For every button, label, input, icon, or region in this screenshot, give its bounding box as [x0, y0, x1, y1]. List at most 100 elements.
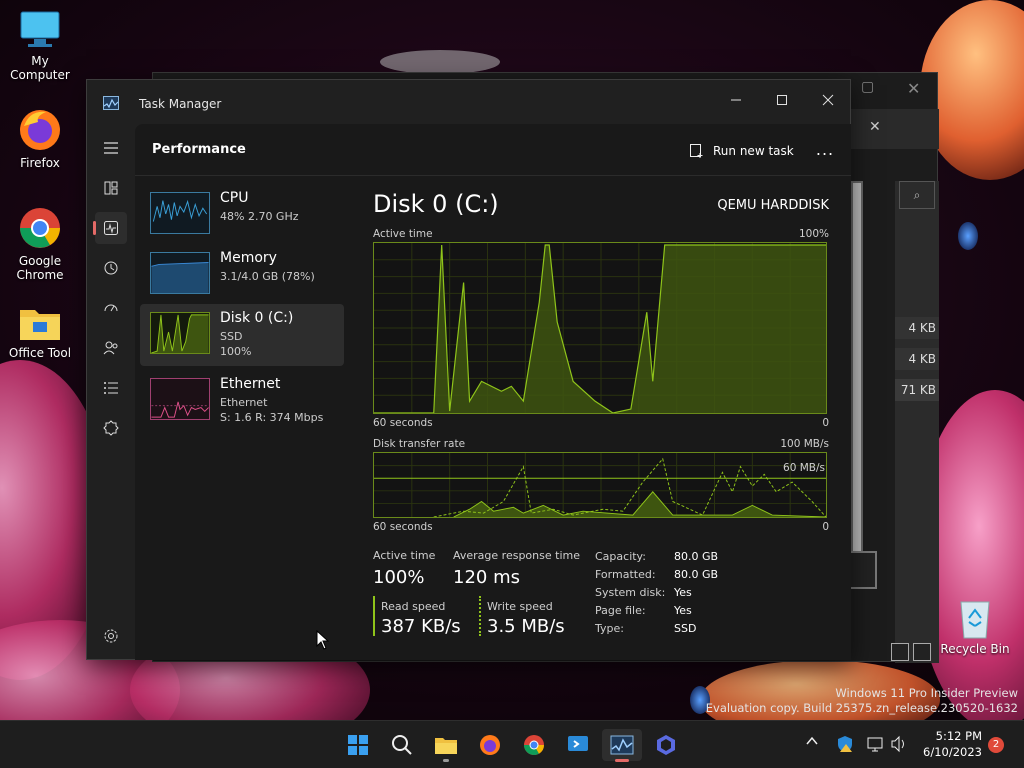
- show-hidden-icons-button[interactable]: [802, 735, 822, 755]
- resource-cpu[interactable]: CPU 48% 2.70 GHz: [140, 184, 344, 246]
- desktop-icon-google-chrome[interactable]: Google Chrome: [0, 204, 80, 282]
- active-time-value: 100%: [373, 567, 425, 588]
- start-button[interactable]: [338, 729, 378, 761]
- inner-header: ✕: [849, 109, 939, 149]
- capacity-value: 80.0 GB: [674, 550, 719, 563]
- network-tray-button[interactable]: [866, 735, 886, 755]
- file-size: 4 KB: [895, 348, 939, 370]
- tiles-view-icon[interactable]: [913, 643, 931, 661]
- resource-usage: 100%: [220, 345, 252, 358]
- more-options-button[interactable]: ...: [813, 140, 837, 162]
- resource-name: CPU: [220, 190, 249, 206]
- close-icon[interactable]: ✕: [907, 79, 920, 98]
- nav-processes[interactable]: [95, 172, 127, 204]
- cpu-thumbnail-graph: [150, 192, 210, 234]
- write-speed-value: 3.5 MB/s: [487, 616, 565, 637]
- desktop-icon-firefox[interactable]: Firefox: [0, 106, 80, 170]
- nav-settings[interactable]: [95, 620, 127, 652]
- active-time-label: Active time: [373, 549, 436, 562]
- nav-details[interactable]: [95, 372, 127, 404]
- performance-page: Performance Run new task ... CPU 48% 2.7…: [135, 124, 851, 660]
- desktop-icon-label: Office Tool: [8, 346, 72, 360]
- title-bar[interactable]: Task Manager: [87, 80, 850, 124]
- chrome-icon: [20, 208, 60, 248]
- minimize-icon: [731, 99, 741, 101]
- nav-menu-button[interactable]: [95, 132, 127, 164]
- search-button[interactable]: [382, 729, 422, 761]
- desktop-icon-label: Recycle Bin: [940, 642, 1010, 656]
- taskbar-remote-desktop[interactable]: [558, 729, 598, 761]
- navigation-rail: [87, 124, 135, 660]
- transfer-rate-graph[interactable]: [373, 452, 827, 518]
- task-manager-window[interactable]: Task Manager Performance Run new task ..…: [86, 79, 851, 660]
- scrollbar[interactable]: [851, 181, 863, 581]
- running-indicator: [443, 759, 449, 762]
- capacity-label: Capacity:: [595, 550, 646, 563]
- minimize-button[interactable]: [713, 84, 759, 116]
- taskbar-firefox[interactable]: [470, 729, 510, 761]
- read-speed-marker: [373, 596, 375, 636]
- nav-startup-apps[interactable]: [95, 292, 127, 324]
- resource-name: Disk 0 (C:): [220, 310, 294, 326]
- maximize-button[interactable]: [759, 84, 805, 116]
- desktop-icon-office-tool[interactable]: Office Tool: [0, 304, 80, 360]
- remote-desktop-icon: [568, 736, 588, 751]
- page-title: Performance: [152, 142, 246, 157]
- resource-ethernet[interactable]: Ethernet Ethernet S: 1.6 R: 374 Mbps: [140, 370, 344, 432]
- formatted-label: Formatted:: [595, 568, 656, 581]
- notification-badge[interactable]: 2: [988, 737, 1004, 753]
- memory-thumbnail-graph: [150, 252, 210, 294]
- formatted-value: 80.0 GB: [674, 568, 719, 581]
- clock-button[interactable]: 5:12 PM 6/10/2023: [920, 728, 982, 762]
- desktop-icon-label: Google Chrome: [16, 254, 64, 282]
- security-tray-button[interactable]: [836, 735, 856, 755]
- taskbar-file-explorer[interactable]: [426, 729, 466, 762]
- processes-icon: [104, 181, 118, 195]
- page-header: Performance Run new task ...: [135, 124, 851, 176]
- transfer-rate-marker: 60 MB/s: [783, 462, 825, 474]
- app-history-icon: [104, 261, 118, 275]
- nav-app-history[interactable]: [95, 252, 127, 284]
- search-icon[interactable]: ⌕: [899, 181, 935, 209]
- taskbar-chrome[interactable]: [514, 729, 554, 761]
- volume-tray-button[interactable]: [890, 735, 910, 755]
- hamburger-icon: [104, 142, 118, 154]
- watermark-line2: Evaluation copy. Build 25375.zn_release.…: [705, 701, 1018, 715]
- active-time-graph-label: Active time: [373, 228, 433, 240]
- resource-memory[interactable]: Memory 3.1/4.0 GB (78%): [140, 244, 344, 306]
- run-new-task-button[interactable]: Run new task: [689, 140, 794, 162]
- firefox-icon: [20, 110, 60, 150]
- services-icon: [103, 420, 119, 436]
- resource-adapter: Ethernet: [220, 396, 268, 409]
- details-view-icon[interactable]: [891, 643, 909, 661]
- resource-disk-0[interactable]: Disk 0 (C:) SSD 100%: [140, 304, 344, 366]
- nav-services[interactable]: [95, 412, 127, 444]
- resource-throughput: S: 1.6 R: 374 Mbps: [220, 411, 324, 424]
- page-file-value: Yes: [674, 604, 692, 617]
- nav-performance[interactable]: [93, 212, 127, 244]
- active-time-graph[interactable]: [373, 242, 827, 414]
- startup-apps-icon: [104, 304, 118, 312]
- type-value: SSD: [674, 622, 697, 635]
- detail-title: Disk 0 (C:): [373, 190, 499, 218]
- taskbar-copilot[interactable]: [646, 729, 686, 761]
- page-file-label: Page file:: [595, 604, 646, 617]
- resource-type: SSD: [220, 330, 243, 343]
- disk-detail-panel: Disk 0 (C:) QEMU HARDDISK Active time 10…: [373, 176, 829, 660]
- resource-usage: 48% 2.70 GHz: [220, 210, 299, 223]
- file-explorer-icon: [435, 738, 457, 754]
- maximize-icon[interactable]: ▢: [861, 79, 874, 95]
- desktop-icon-my-computer[interactable]: My Computer: [0, 8, 80, 82]
- avg-response-label: Average response time: [453, 549, 580, 562]
- taskbar-task-manager[interactable]: [602, 729, 642, 762]
- search-icon: [392, 735, 412, 755]
- network-icon: [867, 737, 883, 752]
- close-button[interactable]: [805, 84, 851, 116]
- desktop-icon-label: My Computer: [10, 54, 70, 82]
- nav-users[interactable]: [95, 332, 127, 364]
- desktop-icon-recycle-bin[interactable]: Recycle Bin: [935, 596, 1015, 656]
- transfer-rate-graph-label: Disk transfer rate: [373, 438, 466, 450]
- close-icon[interactable]: ✕: [869, 119, 881, 135]
- clock-time: 5:12 PM: [935, 729, 982, 743]
- resource-name: Ethernet: [220, 376, 281, 392]
